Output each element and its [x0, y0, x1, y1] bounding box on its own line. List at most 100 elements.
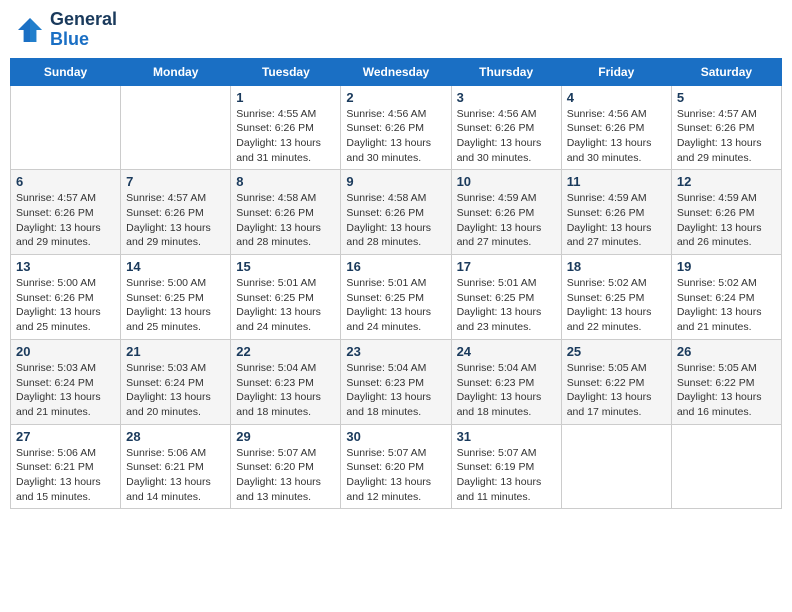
calendar-cell: 13 Sunrise: 5:00 AM Sunset: 6:26 PM Dayli…: [11, 255, 121, 340]
calendar-cell: 12 Sunrise: 4:59 AM Sunset: 6:26 PM Dayli…: [671, 170, 781, 255]
calendar-cell: 16 Sunrise: 5:01 AM Sunset: 6:25 PM Dayli…: [341, 255, 451, 340]
calendar-cell: 7Sunrise: 4:57 AM Sunset: 6:26 PM Daylig…: [121, 170, 231, 255]
calendar-cell: 21Sunrise: 5:03 AM Sunset: 6:24 PM Dayli…: [121, 339, 231, 424]
day-info: Sunrise: 4:58 AM Sunset: 6:26 PM Dayligh…: [236, 191, 335, 250]
day-info: Sunrise: 4:59 AM Sunset: 6:26 PM Dayligh…: [457, 191, 556, 250]
day-info: Sunrise: 5:05 AM Sunset: 6:22 PM Dayligh…: [677, 361, 776, 420]
day-info: Sunrise: 5:04 AM Sunset: 6:23 PM Dayligh…: [457, 361, 556, 420]
day-header-sunday: Sunday: [11, 58, 121, 85]
day-info: Sunrise: 4:59 AM Sunset: 6:26 PM Dayligh…: [677, 191, 776, 250]
day-header-wednesday: Wednesday: [341, 58, 451, 85]
day-number: 12: [677, 174, 776, 189]
calendar-cell: 3 Sunrise: 4:56 AM Sunset: 6:26 PM Daylig…: [451, 85, 561, 170]
day-info: Sunrise: 5:07 AM Sunset: 6:20 PM Dayligh…: [346, 446, 445, 505]
day-info: Sunrise: 5:03 AM Sunset: 6:24 PM Dayligh…: [16, 361, 115, 420]
day-info: Sunrise: 5:00 AM Sunset: 6:26 PM Dayligh…: [16, 276, 115, 335]
day-info: Sunrise: 4:55 AM Sunset: 6:26 PM Dayligh…: [236, 107, 335, 166]
day-info: Sunrise: 5:06 AM Sunset: 6:21 PM Dayligh…: [16, 446, 115, 505]
day-number: 16: [346, 259, 445, 274]
day-header-thursday: Thursday: [451, 58, 561, 85]
day-info: Sunrise: 5:06 AM Sunset: 6:21 PM Dayligh…: [126, 446, 225, 505]
calendar-cell: 17 Sunrise: 5:01 AM Sunset: 6:25 PM Dayli…: [451, 255, 561, 340]
calendar-cell: 10 Sunrise: 4:59 AM Sunset: 6:26 PM Dayli…: [451, 170, 561, 255]
calendar-week-4: 20 Sunrise: 5:03 AM Sunset: 6:24 PM Dayli…: [11, 339, 782, 424]
day-info: Sunrise: 5:01 AM Sunset: 6:25 PM Dayligh…: [346, 276, 445, 335]
day-number: 27: [16, 429, 115, 444]
day-info: Sunrise: 5:00 AM Sunset: 6:25 PM Dayligh…: [126, 276, 225, 335]
calendar-cell: 8 Sunrise: 4:58 AM Sunset: 6:26 PM Daylig…: [231, 170, 341, 255]
day-info: Sunrise: 4:57 AM Sunset: 6:26 PM Dayligh…: [16, 191, 115, 250]
day-info: Sunrise: 5:01 AM Sunset: 6:25 PM Dayligh…: [457, 276, 556, 335]
calendar-cell: 25 Sunrise: 5:05 AM Sunset: 6:22 PM Dayli…: [561, 339, 671, 424]
day-number: 1: [236, 90, 335, 105]
day-number: 9: [346, 174, 445, 189]
day-header-monday: Monday: [121, 58, 231, 85]
day-number: 28: [126, 429, 225, 444]
day-number: 6: [16, 174, 115, 189]
calendar-header-row: SundayMondayTuesdayWednesdayThursdayFrid…: [11, 58, 782, 85]
logo-line2: Blue: [50, 30, 117, 50]
calendar-cell: 11Sunrise: 4:59 AM Sunset: 6:26 PM Dayli…: [561, 170, 671, 255]
day-number: 26: [677, 344, 776, 359]
calendar-cell: 14 Sunrise: 5:00 AM Sunset: 6:25 PM Dayli…: [121, 255, 231, 340]
day-info: Sunrise: 5:07 AM Sunset: 6:19 PM Dayligh…: [457, 446, 556, 505]
calendar-cell: 6 Sunrise: 4:57 AM Sunset: 6:26 PM Daylig…: [11, 170, 121, 255]
calendar-cell: [121, 85, 231, 170]
calendar-cell: [671, 424, 781, 509]
calendar-cell: 23Sunrise: 5:04 AM Sunset: 6:23 PM Dayli…: [341, 339, 451, 424]
day-number: 24: [457, 344, 556, 359]
day-number: 15: [236, 259, 335, 274]
day-number: 8: [236, 174, 335, 189]
day-number: 30: [346, 429, 445, 444]
calendar-cell: 1 Sunrise: 4:55 AM Sunset: 6:26 PM Daylig…: [231, 85, 341, 170]
day-number: 23: [346, 344, 445, 359]
calendar-week-5: 27 Sunrise: 5:06 AM Sunset: 6:21 PM Dayli…: [11, 424, 782, 509]
day-number: 17: [457, 259, 556, 274]
day-number: 10: [457, 174, 556, 189]
calendar-cell: 29Sunrise: 5:07 AM Sunset: 6:20 PM Dayli…: [231, 424, 341, 509]
day-number: 21: [126, 344, 225, 359]
day-info: Sunrise: 5:02 AM Sunset: 6:25 PM Dayligh…: [567, 276, 666, 335]
day-number: 19: [677, 259, 776, 274]
day-info: Sunrise: 4:56 AM Sunset: 6:26 PM Dayligh…: [346, 107, 445, 166]
day-info: Sunrise: 4:59 AM Sunset: 6:26 PM Dayligh…: [567, 191, 666, 250]
day-info: Sunrise: 4:56 AM Sunset: 6:26 PM Dayligh…: [567, 107, 666, 166]
day-header-friday: Friday: [561, 58, 671, 85]
calendar-cell: 5 Sunrise: 4:57 AM Sunset: 6:26 PM Daylig…: [671, 85, 781, 170]
calendar-cell: 9 Sunrise: 4:58 AM Sunset: 6:26 PM Daylig…: [341, 170, 451, 255]
day-number: 31: [457, 429, 556, 444]
logo-icon: [14, 14, 46, 46]
calendar-cell: 31 Sunrise: 5:07 AM Sunset: 6:19 PM Dayli…: [451, 424, 561, 509]
calendar-cell: [11, 85, 121, 170]
calendar-week-3: 13 Sunrise: 5:00 AM Sunset: 6:26 PM Dayli…: [11, 255, 782, 340]
calendar-cell: 2Sunrise: 4:56 AM Sunset: 6:26 PM Daylig…: [341, 85, 451, 170]
calendar-cell: 22 Sunrise: 5:04 AM Sunset: 6:23 PM Dayli…: [231, 339, 341, 424]
page-header: General Blue: [10, 10, 782, 50]
calendar-cell: 19 Sunrise: 5:02 AM Sunset: 6:24 PM Dayli…: [671, 255, 781, 340]
day-info: Sunrise: 4:58 AM Sunset: 6:26 PM Dayligh…: [346, 191, 445, 250]
day-number: 4: [567, 90, 666, 105]
day-info: Sunrise: 5:02 AM Sunset: 6:24 PM Dayligh…: [677, 276, 776, 335]
day-number: 13: [16, 259, 115, 274]
day-info: Sunrise: 4:56 AM Sunset: 6:26 PM Dayligh…: [457, 107, 556, 166]
day-number: 14: [126, 259, 225, 274]
calendar-cell: 4 Sunrise: 4:56 AM Sunset: 6:26 PM Daylig…: [561, 85, 671, 170]
calendar-cell: 26 Sunrise: 5:05 AM Sunset: 6:22 PM Dayli…: [671, 339, 781, 424]
day-number: 20: [16, 344, 115, 359]
calendar-cell: 28 Sunrise: 5:06 AM Sunset: 6:21 PM Dayli…: [121, 424, 231, 509]
day-number: 18: [567, 259, 666, 274]
day-header-saturday: Saturday: [671, 58, 781, 85]
calendar-cell: 20 Sunrise: 5:03 AM Sunset: 6:24 PM Dayli…: [11, 339, 121, 424]
day-info: Sunrise: 5:05 AM Sunset: 6:22 PM Dayligh…: [567, 361, 666, 420]
day-info: Sunrise: 5:04 AM Sunset: 6:23 PM Dayligh…: [236, 361, 335, 420]
day-info: Sunrise: 5:07 AM Sunset: 6:20 PM Dayligh…: [236, 446, 335, 505]
day-number: 22: [236, 344, 335, 359]
day-number: 7: [126, 174, 225, 189]
calendar-cell: 18 Sunrise: 5:02 AM Sunset: 6:25 PM Dayli…: [561, 255, 671, 340]
calendar-table: SundayMondayTuesdayWednesdayThursdayFrid…: [10, 58, 782, 510]
logo: General Blue: [14, 10, 117, 50]
day-info: Sunrise: 4:57 AM Sunset: 6:26 PM Dayligh…: [677, 107, 776, 166]
day-number: 3: [457, 90, 556, 105]
day-number: 5: [677, 90, 776, 105]
day-number: 25: [567, 344, 666, 359]
